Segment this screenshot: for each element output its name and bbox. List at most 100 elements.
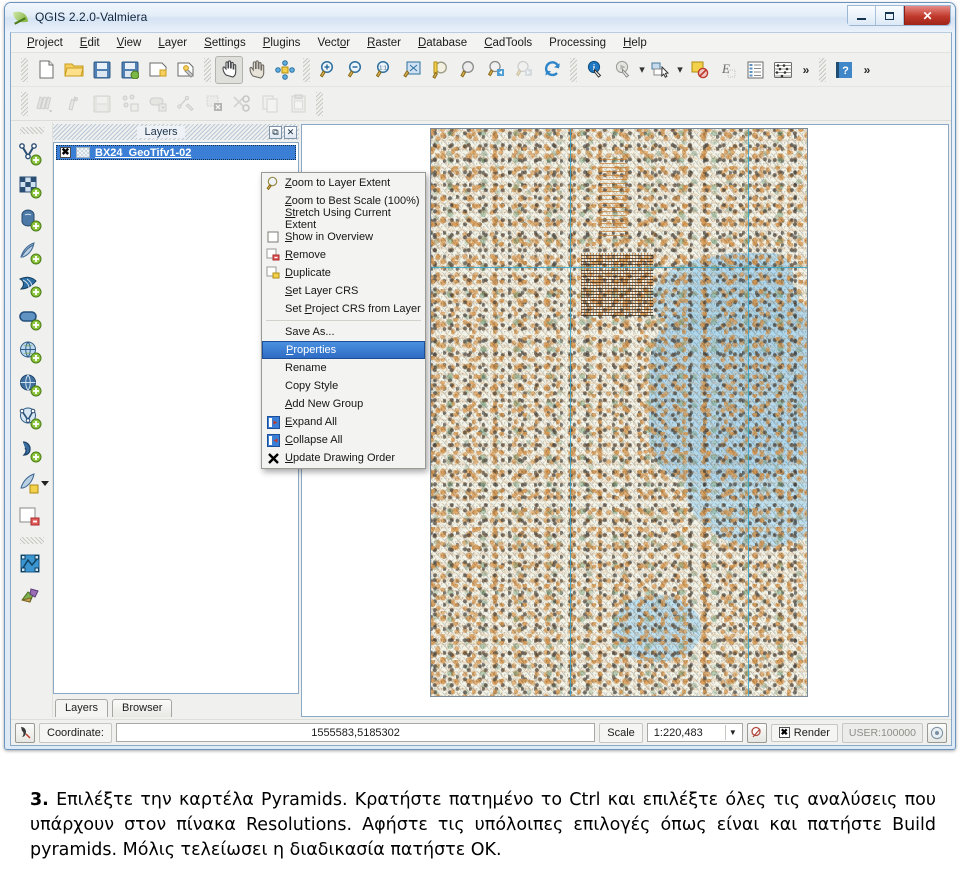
help-icon[interactable]: ? [830,56,858,84]
menu-view[interactable]: View [109,35,151,51]
add-vector-layer-icon[interactable] [15,138,49,171]
add-oracle-layer-icon[interactable] [15,303,49,336]
pan-map-icon[interactable] [215,55,243,84]
menu-remove[interactable]: Remove [262,246,425,264]
toolbar-overflow-icon[interactable]: » [797,63,815,77]
measure-icon[interactable]: Ε [713,56,741,84]
add-feature-icon[interactable] [116,90,144,118]
menu-duplicate[interactable]: Duplicate [262,264,425,282]
toolbar-grip-5[interactable] [819,57,826,82]
float-panel-button[interactable]: ⧉ [269,125,282,139]
menu-database[interactable]: Database [410,35,476,51]
close-panel-button[interactable]: ✕ [284,125,297,139]
minimize-button[interactable] [848,6,876,25]
menu-zoom-to-layer-extent[interactable]: Zoom to Layer Extent [262,174,425,192]
chevron-down-icon[interactable]: ▼ [724,725,740,740]
add-wms-layer-icon[interactable] [15,336,49,369]
magnifier-lock-icon[interactable] [746,722,767,743]
zoom-to-layer-icon[interactable] [454,56,482,84]
refresh-icon[interactable] [538,56,566,84]
chevron-down-icon[interactable] [40,481,49,486]
new-print-composer-icon[interactable] [144,56,172,84]
digitizing-grip-2[interactable] [316,91,323,116]
tab-browser[interactable]: Browser [112,699,173,717]
cut-features-icon[interactable] [228,90,256,118]
menu-add-new-group[interactable]: Add New Group [262,395,425,413]
add-delimited-text-layer-icon[interactable] [15,435,49,468]
node-tool-icon[interactable] [172,90,200,118]
chevron-down-icon[interactable]: ▾ [637,63,647,76]
menu-set-layer-crs[interactable]: Set Layer CRS [262,282,425,300]
open-attribute-table-icon[interactable] [741,56,769,84]
menu-help[interactable]: Help [615,35,656,51]
menu-collapse-all[interactable]: Collapse All [262,431,425,449]
paste-features-icon[interactable] [284,90,312,118]
render-toggle[interactable]: ✖ Render [770,723,838,742]
left-toolbar-grip[interactable] [19,127,44,134]
toggle-editing-icon[interactable] [60,90,88,118]
add-raster-layer-icon[interactable] [15,171,49,204]
toolbar-grip-4[interactable] [570,57,577,82]
menu-stretch-using-current-extent[interactable]: Stretch Using Current Extent [262,207,425,231]
save-project-icon[interactable] [88,56,116,84]
close-button[interactable]: ✕ [904,6,950,25]
menu-save-as[interactable]: Save As... [262,323,425,341]
tab-layers[interactable]: Layers [55,699,109,717]
menu-settings[interactable]: Settings [196,35,255,51]
menu-cadtools[interactable]: CadTools [476,35,541,51]
add-wfs-layer-icon[interactable] [15,402,49,435]
move-feature-icon[interactable] [144,90,172,118]
new-shapefile-layer-icon[interactable] [15,468,49,501]
toolbar-grip-2[interactable] [204,57,211,82]
maximize-button[interactable] [876,6,904,25]
add-spatialite-layer-icon[interactable] [15,237,49,270]
add-mssql-layer-icon[interactable] [15,270,49,303]
plugins-manager-icon[interactable] [15,581,49,614]
remove-layer-icon[interactable] [15,501,49,534]
save-layer-edits-icon[interactable] [88,90,116,118]
identify-features-icon[interactable]: i [581,56,609,84]
zoom-in-icon[interactable] [314,56,342,84]
run-feature-action-icon[interactable] [609,56,637,84]
menu-plugins[interactable]: Plugins [255,35,310,51]
zoom-next-icon[interactable] [510,56,538,84]
select-features-icon[interactable] [647,56,675,84]
add-postgis-layer-icon[interactable] [15,204,49,237]
menu-processing[interactable]: Processing [541,35,615,51]
composer-manager-icon[interactable] [172,56,200,84]
crs-status-label[interactable]: USER:100000 [841,722,923,743]
touch-zoom-icon[interactable] [271,56,299,84]
add-wcs-layer-icon[interactable] [15,369,49,402]
digitizing-grip[interactable] [21,91,28,116]
menu-update-drawing-order[interactable]: Update Drawing Order [262,449,425,467]
menu-expand-all[interactable]: Expand All [262,413,425,431]
layer-context-menu[interactable]: Zoom to Layer Extent Zoom to Best Scale … [261,172,426,469]
menu-vector[interactable]: Vector [309,35,359,51]
chevron-down-2-icon[interactable]: ▾ [675,63,685,76]
coordinate-capture-icon[interactable] [15,722,35,743]
menu-raster[interactable]: Raster [359,35,410,51]
menu-layer[interactable]: Layer [150,35,196,51]
menu-edit[interactable]: Edit [72,35,109,51]
open-project-icon[interactable] [60,56,88,84]
zoom-out-icon[interactable] [342,56,370,84]
layer-visibility-checkbox[interactable]: ✖ [60,147,71,158]
open-layer-styling-icon[interactable] [15,548,49,581]
zoom-full-icon[interactable] [398,56,426,84]
menu-properties[interactable]: Properties [262,341,425,359]
current-edits-icon[interactable] [32,90,60,118]
toolbar-grip-3[interactable] [303,57,310,82]
menu-rename[interactable]: Rename [262,359,425,377]
menu-set-project-crs-from-layer[interactable]: Set Project CRS from Layer [262,300,425,318]
statistics-icon[interactable] [769,56,797,84]
layer-tree-item[interactable]: ✖ BX24_GeoTifv1-02 [56,145,296,160]
zoom-native-icon[interactable]: 1:1 [370,56,398,84]
messages-log-icon[interactable] [927,722,947,743]
new-project-icon[interactable] [32,56,60,84]
zoom-last-icon[interactable] [482,56,510,84]
left-toolbar-grip-2[interactable] [19,537,44,544]
delete-selected-icon[interactable] [200,90,228,118]
deselect-features-icon[interactable] [685,56,713,84]
render-checkbox[interactable]: ✖ [778,727,790,738]
toolbar-overflow-2-icon[interactable]: » [858,63,876,77]
